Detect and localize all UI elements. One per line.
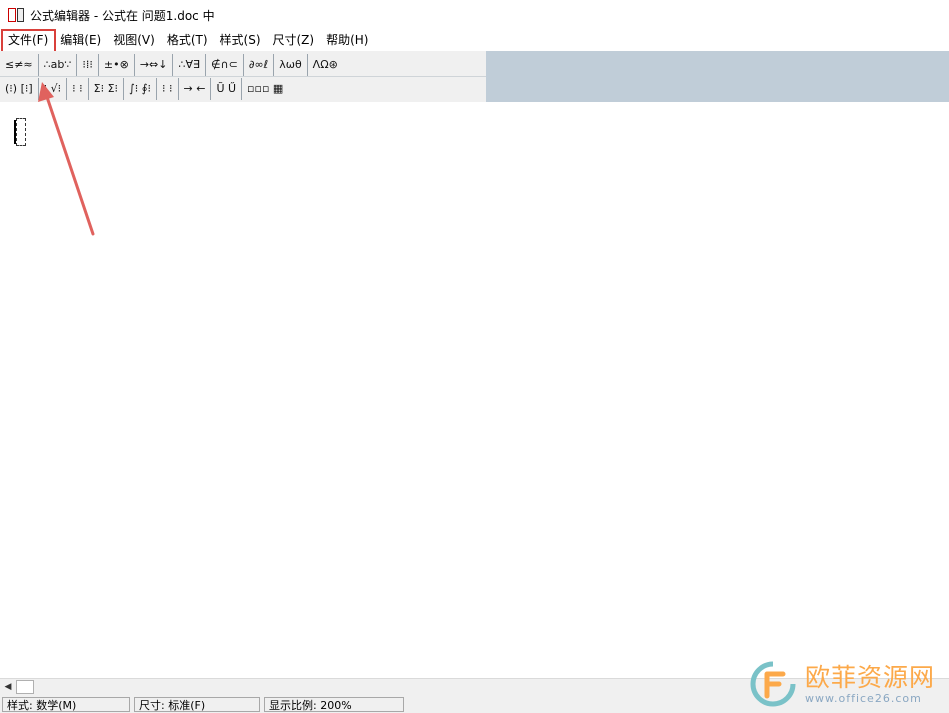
equation-canvas[interactable]	[0, 102, 949, 678]
integral-templates-button[interactable]: ∫⁝ ∮⁝	[124, 78, 157, 100]
summation-templates-button[interactable]: Σ⁝ Σ⁝	[89, 78, 125, 100]
horizontal-scrollbar[interactable]: ◀	[0, 678, 949, 695]
toolbar-area: ≤≠≈ ∴ab∵ ⁝⁞⁝ ±•⊗ →⇔↓ ∴∀∃ ∉∩⊂ ∂∞ℓ λωθ ΛΩ⊛…	[0, 51, 949, 102]
subscript-superscript-templates-button[interactable]: ⁝ ⁝	[67, 78, 89, 100]
labeled-arrow-templates-button[interactable]: → ←	[179, 78, 212, 100]
template-palette-row: (⁝) [⁝] ⁝ √⁝ ⁝ ⁝ Σ⁝ Σ⁝ ∫⁝ ∮⁝ ⁝ ⁝ → ← Ũ Ű…	[0, 77, 288, 101]
menu-bar: 文件(F) 编辑(E) 视图(V) 格式(T) 样式(S) 尺寸(Z) 帮助(H…	[0, 30, 949, 50]
embellishments-button[interactable]: ⁝⁞⁝	[77, 54, 99, 76]
spaces-ellipses-button[interactable]: ∴ab∵	[39, 54, 78, 76]
empty-equation-slot[interactable]	[16, 118, 26, 146]
misc-symbols-button[interactable]: ∂∞ℓ	[244, 54, 275, 76]
menu-style[interactable]: 样式(S)	[214, 30, 267, 50]
greek-uppercase-button[interactable]: ΛΩ⊛	[308, 54, 343, 76]
status-style: 样式: 数学(M)	[2, 696, 130, 712]
products-set-templates-button[interactable]: Ũ Ű	[211, 78, 243, 100]
fraction-radical-templates-button[interactable]: ⁝ √⁝	[39, 78, 68, 100]
set-theory-symbols-button[interactable]: ∉∩⊂	[206, 54, 244, 76]
relational-symbols-button[interactable]: ≤≠≈	[0, 54, 39, 76]
title-bar: 公式编辑器 - 公式在 问题1.doc 中	[0, 0, 949, 30]
menu-file[interactable]: 文件(F)	[2, 30, 54, 50]
scroll-left-arrow-icon[interactable]: ◀	[2, 681, 14, 693]
scroll-thumb[interactable]	[16, 680, 34, 694]
operator-symbols-button[interactable]: ±•⊗	[99, 54, 135, 76]
status-zoom: 显示比例: 200%	[264, 696, 404, 712]
menu-format[interactable]: 格式(T)	[161, 30, 214, 50]
logical-symbols-button[interactable]: ∴∀∃	[173, 54, 206, 76]
fence-templates-button[interactable]: (⁝) [⁝]	[0, 78, 39, 100]
underbar-overbar-templates-button[interactable]: ⁝ ⁝	[157, 78, 179, 100]
equation-editor-app-icon	[8, 7, 24, 23]
menu-size[interactable]: 尺寸(Z)	[267, 30, 321, 50]
symbol-palette-row: ≤≠≈ ∴ab∵ ⁝⁞⁝ ±•⊗ →⇔↓ ∴∀∃ ∉∩⊂ ∂∞ℓ λωθ ΛΩ⊛	[0, 53, 343, 77]
matrix-templates-button[interactable]: ▫▫▫ ▦	[242, 78, 288, 100]
status-size: 尺寸: 标准(F)	[134, 696, 260, 712]
menu-help[interactable]: 帮助(H)	[320, 30, 374, 50]
status-bar: 样式: 数学(M) 尺寸: 标准(F) 显示比例: 200%	[0, 695, 949, 713]
window-title: 公式编辑器 - 公式在 问题1.doc 中	[30, 8, 215, 23]
greek-lowercase-button[interactable]: λωθ	[274, 54, 308, 76]
symbol-palette: ≤≠≈ ∴ab∵ ⁝⁞⁝ ±•⊗ →⇔↓ ∴∀∃ ∉∩⊂ ∂∞ℓ λωθ ΛΩ⊛…	[0, 51, 486, 102]
arrow-symbols-button[interactable]: →⇔↓	[135, 54, 174, 76]
menu-edit[interactable]: 编辑(E)	[54, 30, 107, 50]
menu-view[interactable]: 视图(V)	[107, 30, 161, 50]
